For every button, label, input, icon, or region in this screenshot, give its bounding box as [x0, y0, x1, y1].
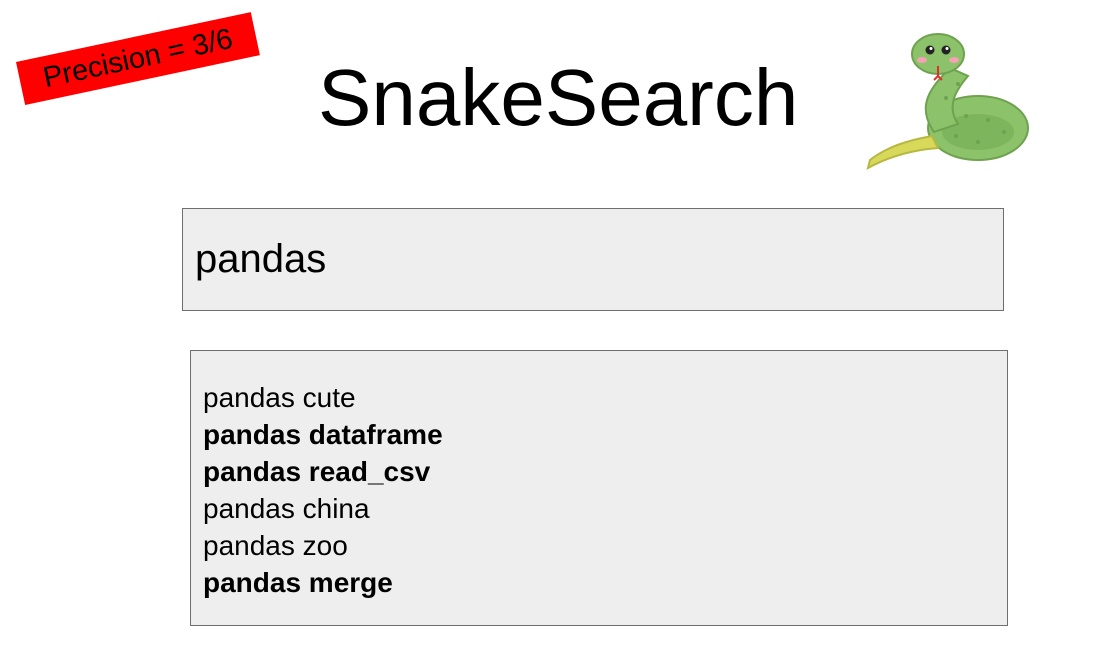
precision-badge: Precision = 3/6 [16, 12, 260, 106]
result-item[interactable]: pandas zoo [203, 527, 995, 564]
search-input[interactable]: pandas [182, 208, 1004, 311]
search-query: pandas [195, 237, 327, 281]
precision-badge-text: Precision = 3/6 [40, 22, 236, 94]
result-item[interactable]: pandas cute [203, 379, 995, 416]
result-item[interactable]: pandas merge [203, 564, 995, 601]
result-item[interactable]: pandas dataframe [203, 416, 995, 453]
result-item[interactable]: pandas read_csv [203, 453, 995, 490]
result-item[interactable]: pandas china [203, 490, 995, 527]
app-title: SnakeSearch [318, 53, 799, 142]
results-list: pandas cute pandas dataframe pandas read… [190, 350, 1008, 626]
snake-icon [866, 33, 1029, 170]
